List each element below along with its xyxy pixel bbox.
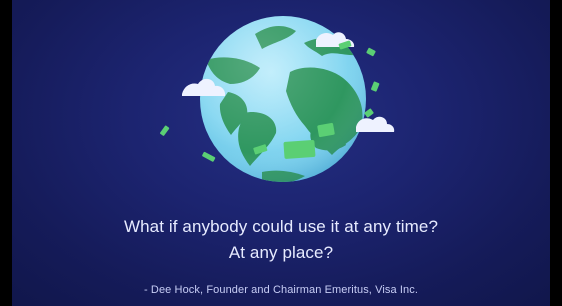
quote-line-2: At any place? [228, 243, 334, 262]
video-slide: What if anybody could use it at any time… [0, 0, 562, 306]
quote-line-1: What if anybody could use it at any time… [123, 217, 439, 236]
quote-attribution: - Dee Hock, Founder and Chairman Emeritu… [143, 284, 418, 296]
